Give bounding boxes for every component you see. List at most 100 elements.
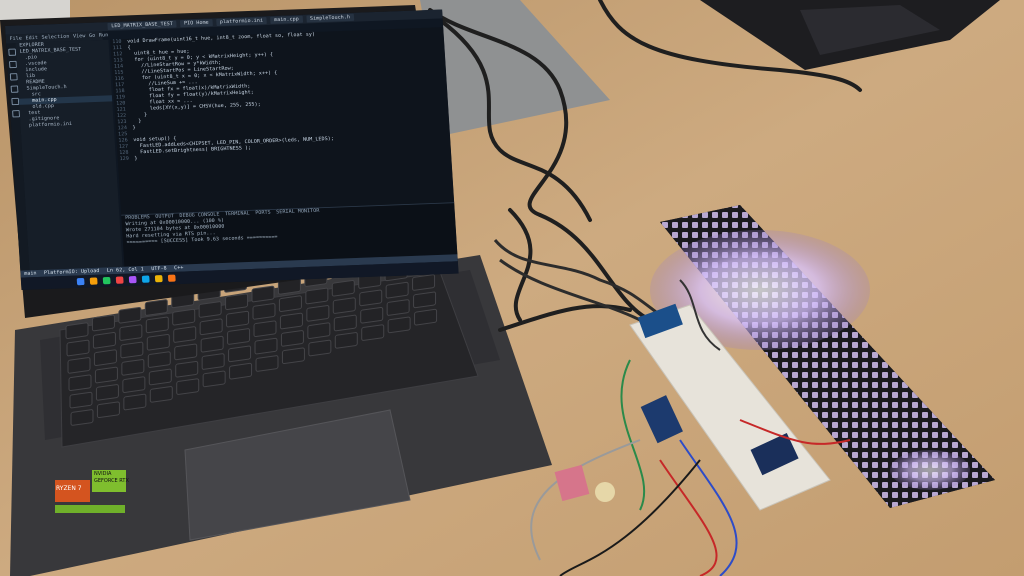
taskbar-app-icon[interactable] xyxy=(141,275,150,283)
keyboard-key xyxy=(175,360,199,378)
keyboard-key xyxy=(69,391,93,409)
keyboard-key xyxy=(385,281,409,299)
sticker-strip xyxy=(55,505,125,513)
keyboard-key xyxy=(176,378,200,395)
keyboard-key xyxy=(123,393,147,411)
led-module xyxy=(595,482,615,502)
keyboard-key xyxy=(149,386,173,403)
keyboard-key xyxy=(68,374,92,392)
code-text: } xyxy=(132,118,142,125)
keyboard-key xyxy=(278,295,302,312)
keyboard-key xyxy=(306,305,330,322)
keyboard-key xyxy=(173,326,197,343)
keyboard-key xyxy=(386,299,410,316)
sticker-gpu-label: GEFORCE RTX xyxy=(94,478,129,484)
keyboard-key xyxy=(228,345,252,363)
editor-tab[interactable]: main.cpp xyxy=(270,15,303,24)
keyboard-key xyxy=(333,314,357,332)
status-item[interactable]: C++ xyxy=(174,265,184,272)
keyboard-key xyxy=(119,324,143,341)
keyboard-key xyxy=(253,320,277,338)
keyboard-key xyxy=(251,285,275,303)
code-text: } xyxy=(131,112,148,119)
taskbar-app-icon[interactable] xyxy=(89,277,98,285)
keyboard-key xyxy=(145,316,169,334)
keyboard-key xyxy=(120,341,144,359)
keyboard-key xyxy=(148,368,172,386)
keyboard-key xyxy=(198,301,222,318)
menu-item[interactable]: Run xyxy=(99,32,109,39)
code-text: } xyxy=(132,125,136,131)
keyboard-key xyxy=(387,316,411,334)
keyboard-key xyxy=(65,322,89,339)
code-text: } xyxy=(134,155,138,162)
line-number: 129 xyxy=(119,156,130,162)
taskbar-app-icon[interactable] xyxy=(154,275,163,283)
menu-item[interactable]: Go xyxy=(89,33,96,39)
keyboard-key xyxy=(93,349,117,366)
keyboard-key xyxy=(334,332,358,349)
keyboard-key xyxy=(201,353,225,370)
keyboard-key xyxy=(281,347,305,365)
keyboard-key xyxy=(66,339,90,357)
editor-tab[interactable]: SimpleTouch.h xyxy=(305,13,354,23)
keyboard-key xyxy=(199,318,223,336)
panel-tab[interactable]: PORTS xyxy=(255,210,271,217)
code-text: { xyxy=(127,45,131,51)
keyboard-key xyxy=(146,333,170,351)
taskbar-app-icon[interactable] xyxy=(128,275,137,284)
keyboard-key xyxy=(118,306,142,324)
explorer-panel: EXPLORER LED_MATRIX_BASE_TEST .pio .vscode… xyxy=(15,39,123,271)
sticker-cpu-label: RYZEN 7 xyxy=(56,485,82,492)
keyboard-key xyxy=(96,401,120,419)
keyboard-key xyxy=(94,366,118,384)
keyboard-key xyxy=(308,339,332,357)
menu-item[interactable]: Edit xyxy=(25,35,38,42)
keyboard-key xyxy=(202,370,226,388)
keyboard-key xyxy=(147,351,171,368)
wall xyxy=(0,0,70,20)
keyboard-key xyxy=(414,308,438,326)
keyboard-key xyxy=(359,289,383,307)
taskbar-app-icon[interactable] xyxy=(102,276,111,285)
editor-tab[interactable]: platformio.ini xyxy=(215,17,267,26)
keyboard-key xyxy=(360,306,384,324)
menu-item[interactable]: File xyxy=(9,36,22,43)
keyboard-key xyxy=(331,279,355,297)
keyboard-key xyxy=(332,297,356,314)
keyboard-key xyxy=(91,314,115,332)
keyboard-key xyxy=(280,330,304,347)
keyboard-key xyxy=(174,343,198,361)
keyboard-key xyxy=(70,409,94,426)
panel-tab[interactable]: TERMINAL xyxy=(225,211,250,218)
keyboard-key xyxy=(279,312,303,330)
taskbar-app-icon[interactable] xyxy=(76,277,85,286)
keyboard-key xyxy=(95,384,119,401)
keyboard-key xyxy=(305,287,329,305)
keyboard-key xyxy=(225,293,249,311)
keyboard-key xyxy=(413,291,437,309)
sticker-brand-label: NVIDIA xyxy=(94,471,112,477)
photo-scene: LED_MATRIX_BASE_TEST PIO Home platformio.i… xyxy=(0,0,1024,576)
keyboard-key xyxy=(227,328,251,345)
menu-item[interactable]: Selection xyxy=(41,34,69,41)
keyboard-key xyxy=(412,274,436,291)
editor-tab[interactable]: LED_MATRIX_BASE_TEST xyxy=(107,20,177,31)
taskbar-app-icon[interactable] xyxy=(167,274,176,282)
keyboard-key xyxy=(144,299,168,316)
menu-item[interactable]: View xyxy=(73,33,86,40)
taskbar-app-icon[interactable] xyxy=(115,276,124,284)
keyboard-key xyxy=(122,376,146,393)
keyboard-key xyxy=(361,324,385,341)
keyboard-key xyxy=(92,332,116,349)
code-editor[interactable]: 110 void DrawFrame(uint16_t hue, int8_t z… xyxy=(110,27,455,216)
status-item[interactable]: main xyxy=(24,270,37,277)
keyboard-key xyxy=(121,359,145,376)
keyboard-key xyxy=(254,337,278,355)
keyboard-key xyxy=(229,362,253,380)
keyboard-key xyxy=(172,308,196,326)
keyboard-key xyxy=(307,322,331,339)
laptop-screen: LED_MATRIX_BASE_TEST PIO Home platformio.i… xyxy=(5,9,459,291)
keyboard-key xyxy=(200,335,224,353)
editor-tab[interactable]: PIO Home xyxy=(180,19,213,28)
